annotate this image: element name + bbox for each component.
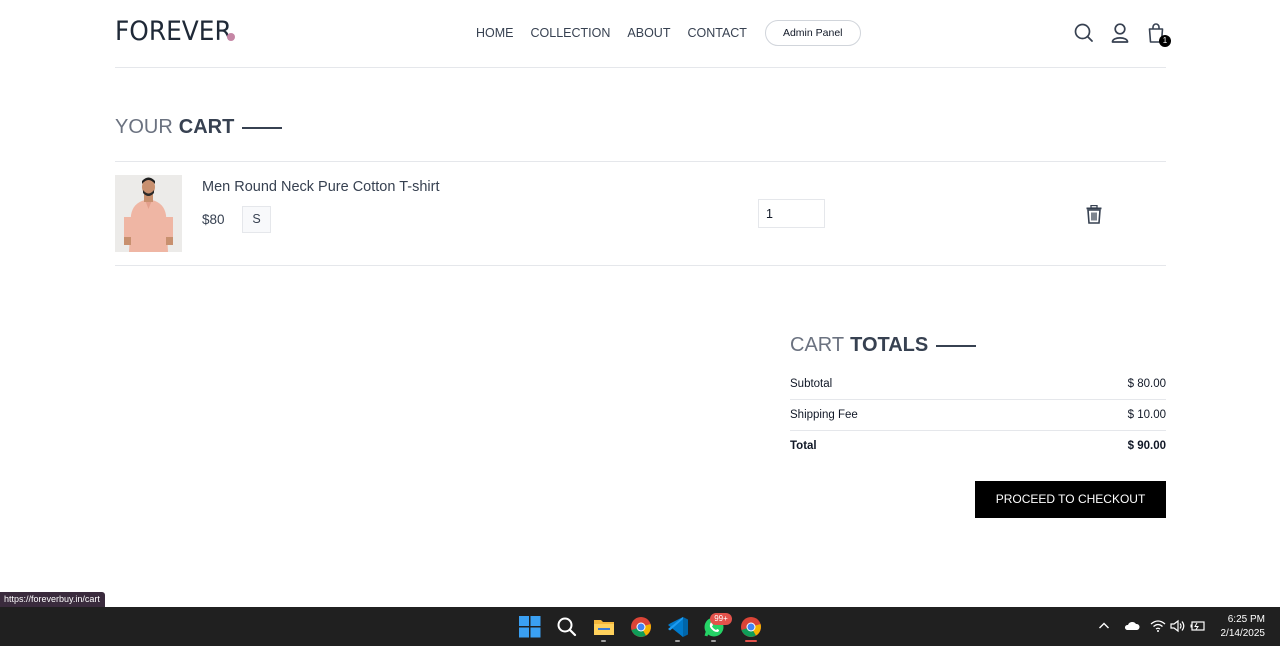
product-size-badge: S xyxy=(242,206,271,233)
whatsapp-running-dot xyxy=(711,640,716,642)
taskbar: 6:25 PM 2/14/2025 xyxy=(0,607,1280,646)
subtotal-label: Subtotal xyxy=(790,378,833,390)
main-nav: HOME COLLECTION ABOUT CONTACT Admin Pane… xyxy=(476,18,861,48)
cart-icon[interactable]: 1 xyxy=(1146,22,1171,47)
logo-dot xyxy=(227,33,235,41)
logo[interactable]: FOREVER xyxy=(115,16,232,47)
total-value: $ 90.00 xyxy=(1127,440,1166,452)
onedrive-icon[interactable] xyxy=(1124,619,1140,638)
file-explorer-running-dot xyxy=(601,640,606,642)
search-icon[interactable] xyxy=(556,616,578,638)
shipping-label: Shipping Fee xyxy=(790,409,858,421)
shipping-row: Shipping Fee $ 10.00 xyxy=(790,400,1166,431)
product-name[interactable]: Men Round Neck Pure Cotton T-shirt xyxy=(202,179,439,195)
whatsapp-notification-badge: 99+ xyxy=(710,613,732,625)
vscode-icon[interactable] xyxy=(667,616,689,638)
battery-icon[interactable] xyxy=(1190,619,1206,638)
shipping-value: $ 10.00 xyxy=(1127,409,1166,421)
cart-title: YOUR CART xyxy=(115,116,283,139)
subtotal-value: $ 80.00 xyxy=(1127,378,1166,390)
cart-title-light: YOUR xyxy=(115,116,173,138)
header-icons: 1 xyxy=(1058,22,1171,47)
clock-time: 6:25 PM xyxy=(1227,614,1265,625)
title-underline xyxy=(242,126,283,129)
chevron-up-icon[interactable] xyxy=(1098,619,1110,638)
clock-date: 2/14/2025 xyxy=(1220,628,1266,639)
product-thumbnail[interactable] xyxy=(115,175,182,252)
cart-title-dark: CART xyxy=(178,116,235,138)
subtotal-row: Subtotal $ 80.00 xyxy=(790,369,1166,400)
proceed-to-checkout-button[interactable]: PROCEED TO CHECKOUT xyxy=(975,481,1166,518)
clock[interactable]: 6:25 PM 2/14/2025 xyxy=(1221,613,1266,641)
totals-underline xyxy=(936,344,977,347)
delete-icon[interactable] xyxy=(1085,204,1103,224)
vscode-running-dot xyxy=(675,640,680,642)
totals-title: CART TOTALS xyxy=(790,334,977,357)
nav-home[interactable]: HOME xyxy=(476,18,514,48)
cart-count-badge: 1 xyxy=(1159,35,1171,47)
total-row: Total $ 90.00 xyxy=(790,431,1166,462)
wifi-icon[interactable] xyxy=(1150,619,1166,638)
cart-totals: Subtotal $ 80.00 Shipping Fee $ 10.00 To… xyxy=(790,369,1166,462)
product-price: $80 xyxy=(202,212,225,227)
chrome-active-indicator xyxy=(745,640,757,642)
nav-about[interactable]: ABOUT xyxy=(627,18,670,48)
profile-icon[interactable] xyxy=(1110,22,1130,44)
admin-panel-button[interactable]: Admin Panel xyxy=(764,20,861,46)
total-label: Total xyxy=(790,440,817,452)
site-header: FOREVER HOME COLLECTION ABOUT CONTACT Ad… xyxy=(115,0,1171,68)
chrome-active-icon[interactable] xyxy=(740,616,762,638)
windows-start-icon[interactable] xyxy=(519,616,541,638)
totals-title-dark: TOTALS xyxy=(850,334,929,356)
quantity-input[interactable] xyxy=(758,199,825,228)
search-icon[interactable] xyxy=(1074,22,1094,44)
volume-icon[interactable] xyxy=(1170,619,1186,638)
nav-collection[interactable]: COLLECTION xyxy=(531,18,611,48)
nav-contact[interactable]: CONTACT xyxy=(687,18,747,48)
page: FOREVER HOME COLLECTION ABOUT CONTACT Ad… xyxy=(0,0,1280,646)
file-explorer-icon[interactable] xyxy=(593,616,615,638)
totals-title-light: CART xyxy=(790,334,845,356)
cart-item-row: Men Round Neck Pure Cotton T-shirt $80 S xyxy=(115,161,1166,266)
chrome-icon[interactable] xyxy=(630,616,652,638)
status-bar-url: https://foreverbuy.in/cart xyxy=(0,592,105,607)
